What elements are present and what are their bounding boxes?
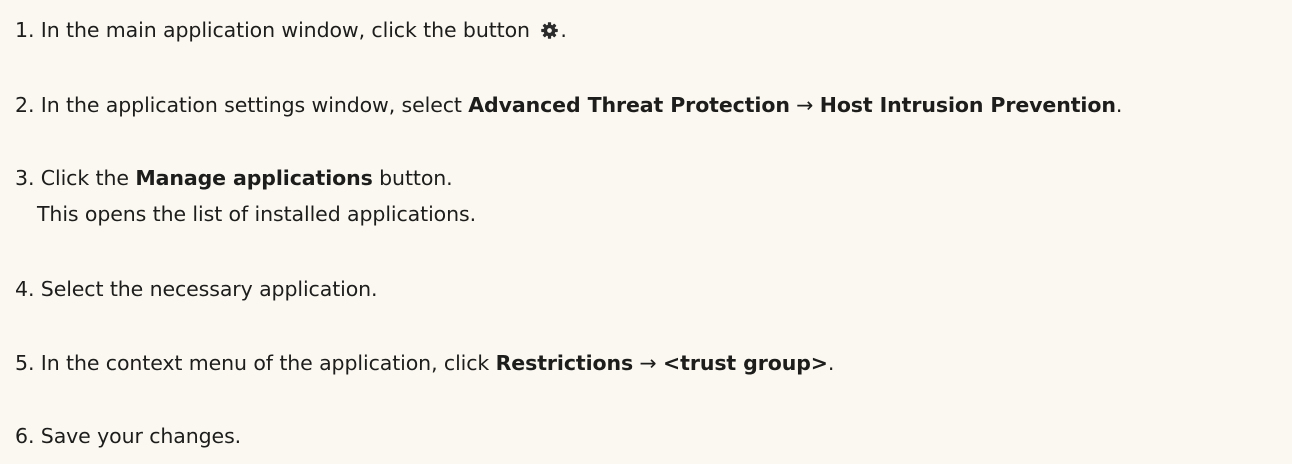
step-text-end: . (1115, 93, 1123, 117)
step-5: 5. In the context menu of the applicatio… (15, 349, 834, 377)
instruction-document: 1. In the main application window, click… (0, 0, 1292, 464)
step-text-end: . (827, 351, 835, 375)
step-number: 2. (15, 93, 35, 117)
trust-group-placeholder: <trust group> (663, 351, 828, 375)
step-number: 3. (15, 166, 35, 190)
step-text: In the application settings window, sele… (34, 93, 469, 117)
step-3: 3. Click the Manage applications button. (15, 164, 453, 192)
step-text-end: . (560, 18, 567, 42)
step-number: 5. (15, 351, 35, 375)
step-number: 6. (15, 424, 35, 448)
step-3-result-note: This opens the list of installed applica… (37, 202, 477, 226)
menu-path-section: Advanced Threat Protection (468, 93, 790, 117)
button-name: Manage applications (135, 166, 373, 190)
menu-path-subsection: Host Intrusion Prevention (819, 93, 1116, 117)
path-arrow: → (789, 93, 820, 117)
step-4: 4. Select the necessary application. (15, 275, 378, 303)
step-text: Click the (34, 166, 136, 190)
step-number: 1. (15, 18, 35, 42)
step-text-end: button. (372, 166, 453, 190)
gear-icon (540, 21, 559, 40)
step-text: Select the necessary application. (34, 277, 378, 301)
step-text: In the context menu of the application, … (34, 351, 496, 375)
path-arrow: → (633, 351, 664, 375)
context-menu-item: Restrictions (495, 351, 634, 375)
step-1: 1. In the main application window, click… (15, 16, 567, 44)
step-text: Save your changes. (34, 424, 242, 448)
step-6: 6. Save your changes. (15, 422, 241, 450)
step-text: In the main application window, click th… (34, 18, 537, 42)
step-2: 2. In the application settings window, s… (15, 91, 1122, 119)
step-number: 4. (15, 277, 35, 301)
